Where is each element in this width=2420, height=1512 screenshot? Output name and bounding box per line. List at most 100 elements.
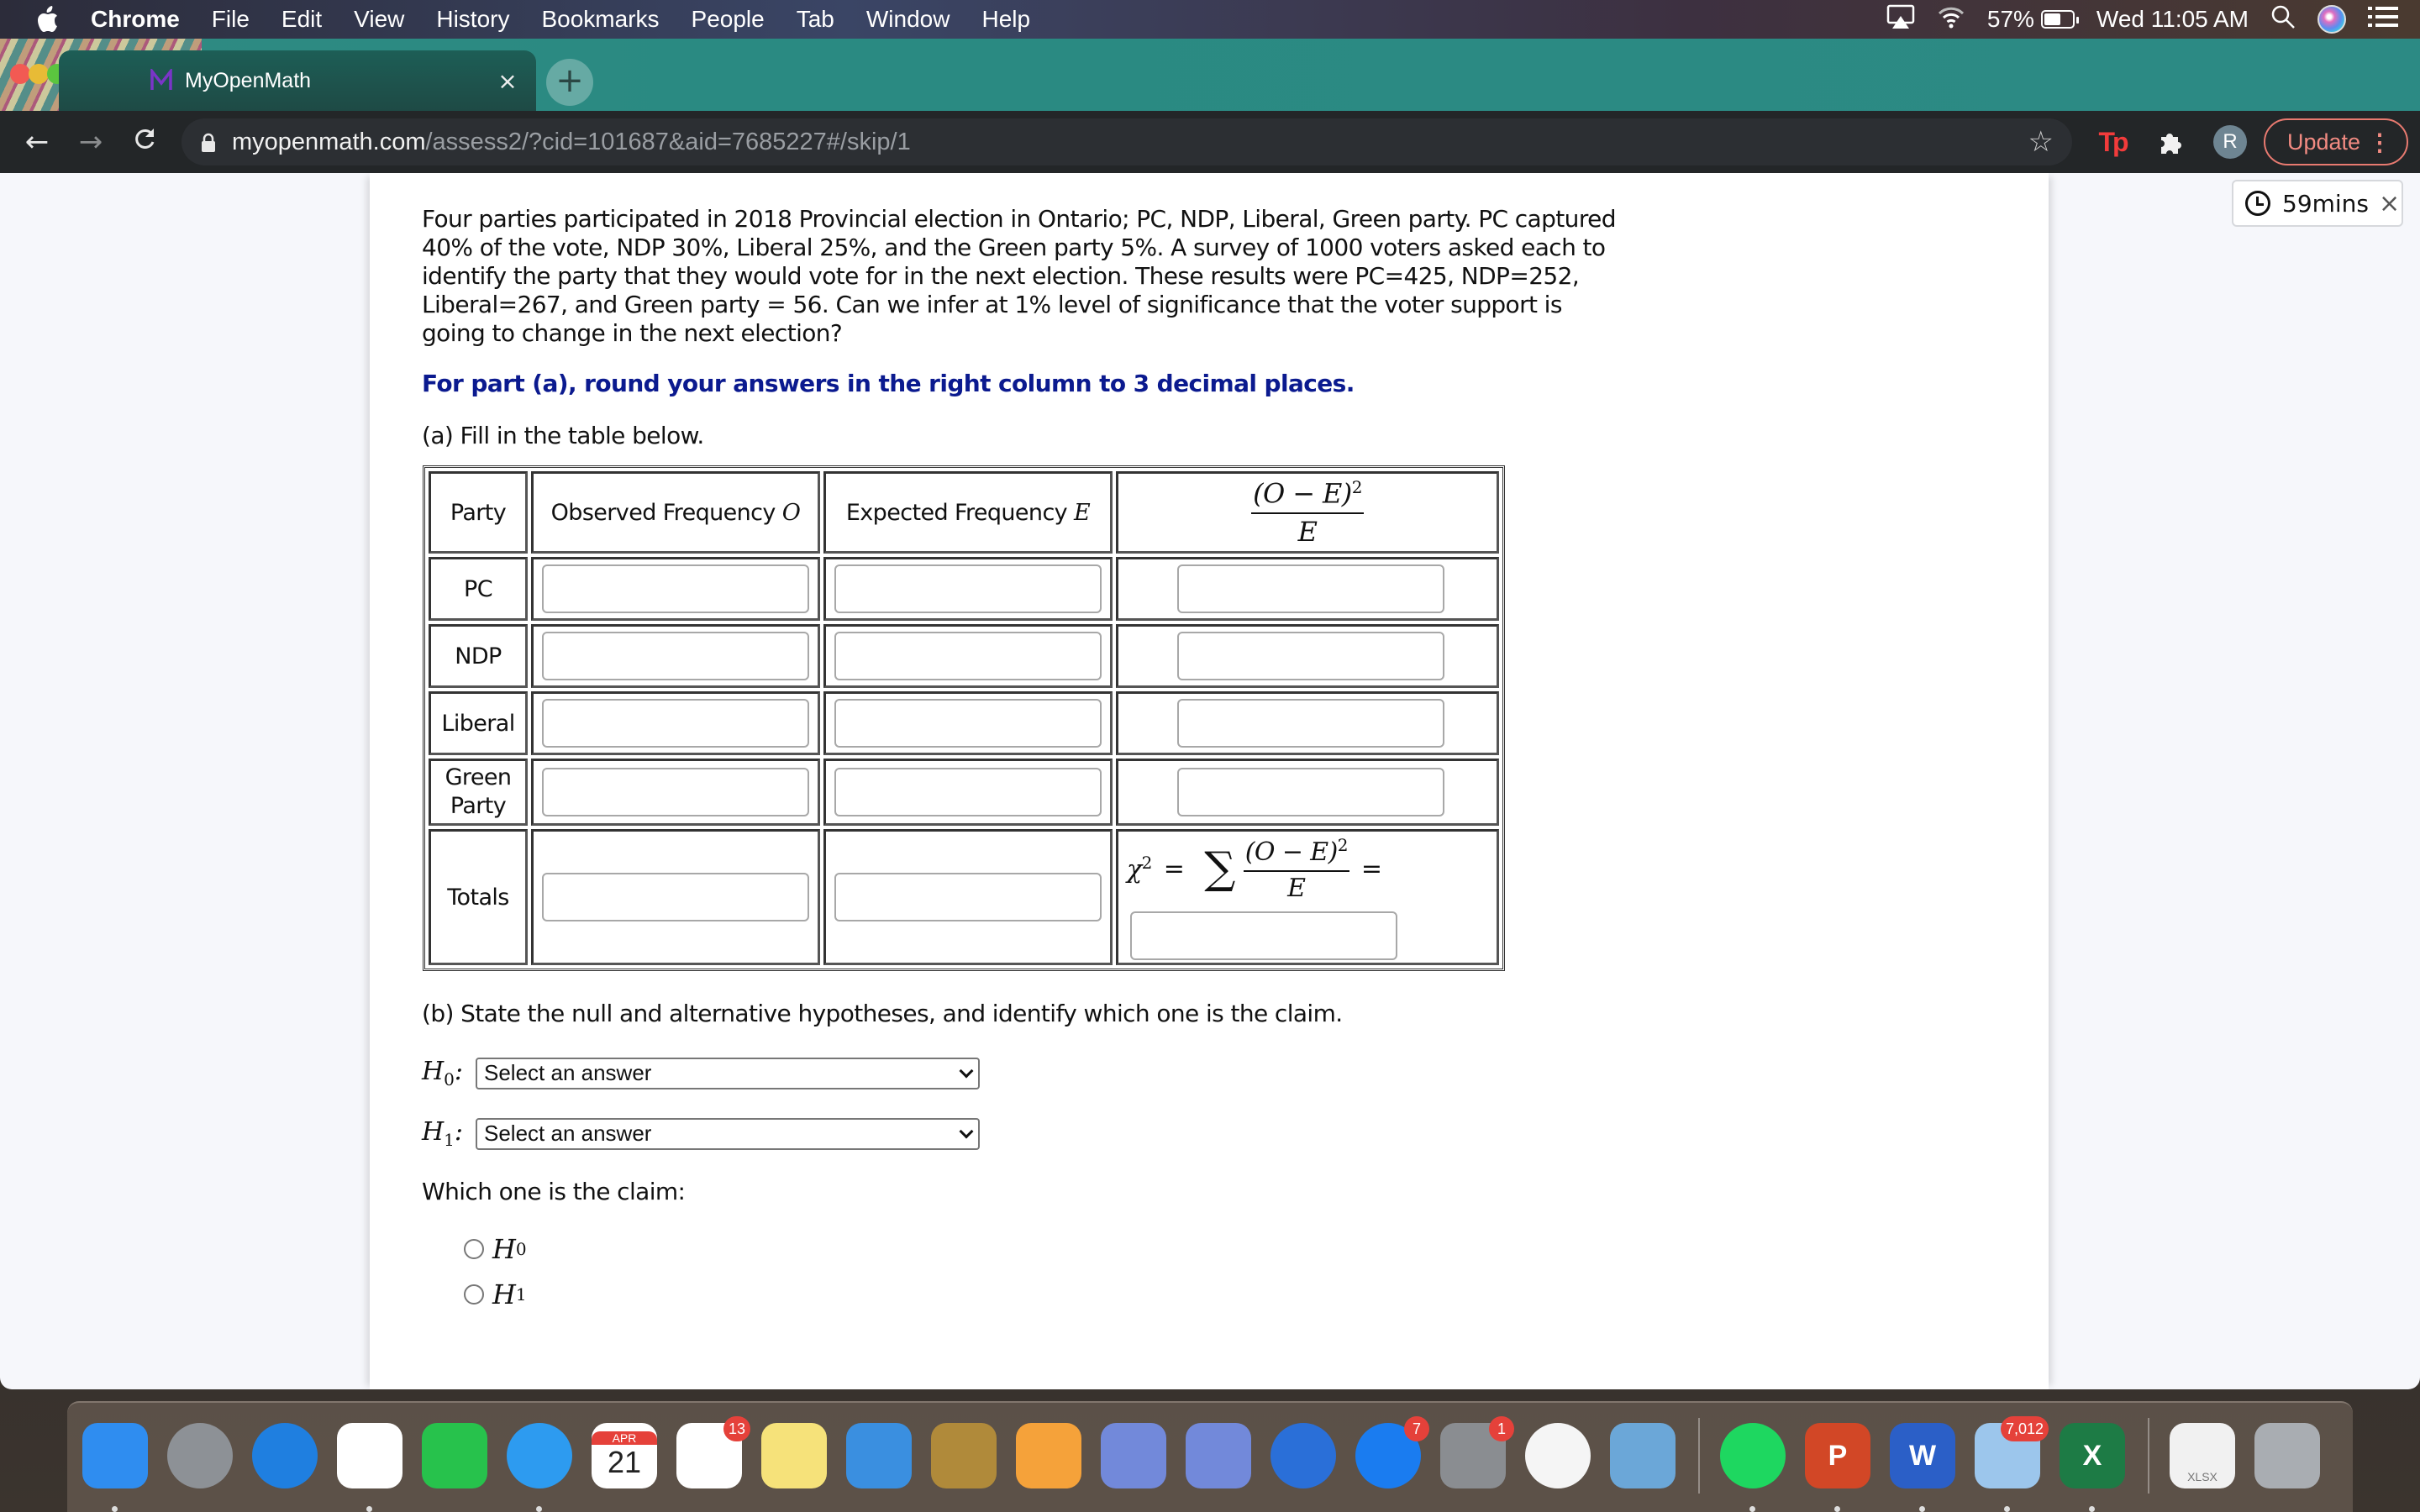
dock-app-label: XLSX [2187,1470,2217,1483]
chi-square-input[interactable] [1130,911,1397,960]
profile-avatar-button[interactable]: R [2212,123,2249,160]
residual-input-pc[interactable] [1177,564,1444,613]
dock-chrome-icon[interactable] [337,1423,402,1512]
new-tab-button[interactable]: + [546,59,593,106]
residual-input-green[interactable] [1177,768,1444,816]
dock-discord-icon[interactable] [1101,1423,1166,1488]
radio-h1[interactable] [464,1284,484,1305]
observed-input-pc[interactable] [542,564,809,613]
expected-input-green[interactable] [834,768,1102,816]
lock-icon[interactable] [200,132,217,152]
bookmark-star-icon[interactable]: ☆ [2028,125,2054,159]
dock-word-icon[interactable]: W [1890,1423,1955,1512]
dock-preview-icon[interactable] [1610,1423,1676,1488]
dock-facetime-icon[interactable] [422,1423,487,1488]
menu-bookmarks[interactable]: Bookmarks [541,6,659,33]
party-cell: PC [429,557,528,621]
observed-total-input[interactable] [542,873,809,921]
expected-total-input[interactable] [834,873,1102,921]
dock-app-label: X [2082,1439,2102,1472]
tp-extension-icon[interactable]: Tp [2094,123,2131,160]
page-viewport: 59mins × Four parties participated in 20… [0,173,2420,1389]
dock-launchpad-icon[interactable] [167,1423,233,1488]
dock-app-store-icon[interactable]: 7 [1355,1416,1429,1488]
h1-select[interactable]: Select an answer [476,1117,980,1150]
reload-icon[interactable] [126,123,163,160]
tab-close-icon[interactable]: × [492,67,523,95]
observed-cell [531,691,820,755]
spotlight-search-icon[interactable] [2270,4,2296,35]
dock-notes-icon[interactable] [761,1423,827,1488]
dock-powerpoint-icon[interactable]: P [1805,1423,1870,1512]
running-indicator [366,1506,372,1512]
dock-pages-icon[interactable] [1016,1423,1081,1488]
observed-input-ndp[interactable] [542,632,809,680]
menubar-clock[interactable]: Wed 11:05 AM [2096,6,2249,33]
dock-trash-icon[interactable] [2254,1423,2320,1488]
menu-tab[interactable]: Tab [797,6,834,33]
forward-arrow-icon[interactable]: → [72,123,109,160]
tab-myopenmath[interactable]: MyOpenMath × [59,50,536,111]
table-row: Liberal [429,691,1499,755]
extensions-puzzle-icon[interactable] [2153,123,2190,160]
expected-input-liberal[interactable] [834,699,1102,748]
observed-input-green[interactable] [542,768,809,816]
dock-xlsx-document-icon[interactable]: XLSX [2170,1423,2235,1488]
dock-mail-icon[interactable]: 7,012 [1975,1416,2049,1512]
header-party: Party [429,471,528,554]
residual-input-ndp[interactable] [1177,632,1444,680]
residual-fraction: (O − E)2 E [1251,477,1364,549]
calendar-month: APR [592,1431,657,1445]
h0-select[interactable]: Select an answer [476,1057,980,1089]
update-chrome-button[interactable]: Update ⋮ [2264,118,2408,165]
menu-people[interactable]: People [692,6,765,33]
dock-calendar-icon[interactable]: APR 21 [592,1423,657,1488]
dock-spotify-icon[interactable] [1720,1423,1786,1512]
window-close-button[interactable] [10,64,30,84]
menu-app-chrome[interactable]: Chrome [91,6,180,33]
dock-excel-icon[interactable]: X [2060,1423,2125,1512]
h1-letter: H [422,1117,445,1147]
notification-center-icon[interactable] [2368,5,2398,34]
address-bar[interactable]: myopenmath.com/assess2/?cid=101687&aid=7… [182,118,2072,165]
dock-finder-icon[interactable] [82,1423,148,1512]
claim-option-h1[interactable]: H1 [464,1278,527,1310]
update-label: Update [2287,129,2361,155]
menu-help[interactable]: Help [981,6,1030,33]
timer-close-icon[interactable]: × [2379,189,2400,218]
dock-keynote-icon[interactable] [846,1423,912,1488]
airplay-icon[interactable] [1886,4,1915,35]
residual-input-liberal[interactable] [1177,699,1444,748]
claim-option-h0[interactable]: H0 [464,1233,527,1265]
expected-cell [823,759,1113,826]
dock-messages-icon[interactable] [507,1423,572,1512]
expected-input-ndp[interactable] [834,632,1102,680]
wifi-icon[interactable] [1937,5,1965,34]
menu-view[interactable]: View [354,6,404,33]
menu-window[interactable]: Window [866,6,950,33]
dock-system-preferences-icon[interactable]: 1 [1440,1416,1514,1488]
observed-input-liberal[interactable] [542,699,809,748]
battery-indicator[interactable]: 57% [1987,6,2079,33]
dock-quicktime-player-icon[interactable] [1270,1423,1336,1488]
party-cell: NDP [429,624,528,688]
menu-file[interactable]: File [212,6,250,33]
back-arrow-icon[interactable]: ← [18,123,55,160]
dock-discord-icon[interactable] [1186,1423,1251,1488]
apple-menu-icon[interactable] [35,5,60,34]
chi-square-cell: χ2 = ∑ (O − E)2 E = [1116,829,1499,965]
dock-safari-icon[interactable] [252,1423,318,1488]
dock-reminders-icon[interactable]: 13 [676,1416,750,1488]
siri-icon[interactable] [2317,5,2346,34]
more-menu-icon[interactable]: ⋮ [2368,129,2391,156]
dock-music-icon[interactable] [1525,1423,1591,1488]
expected-input-pc[interactable] [834,564,1102,613]
menu-edit[interactable]: Edit [281,6,322,33]
dock-league-of-legends-icon[interactable] [931,1423,997,1488]
radio-h0[interactable] [464,1239,484,1259]
table-row: NDP [429,624,1499,688]
window-minimize-button[interactable] [29,64,49,84]
fraction-denominator: E [1297,516,1318,549]
menu-history[interactable]: History [436,6,509,33]
dock-separator [2148,1418,2149,1494]
